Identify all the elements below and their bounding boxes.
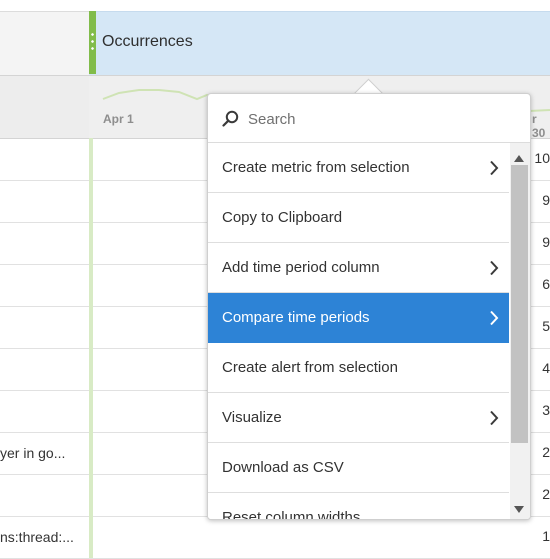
row-metric-value: 1 [542,528,550,544]
menu-scrollbar-thumb[interactable] [511,165,528,443]
row-metric-value: 2 [542,486,550,502]
menu-item-compare-time-periods[interactable]: Compare time periods [208,293,509,343]
row-bar-indicator [89,180,93,222]
menu-item-label: Create alert from selection [222,359,398,376]
context-menu-popover: Create metric from selection Copy to Clip… [207,93,531,520]
row-metric-value: 4 [542,360,550,376]
row-bar-indicator [89,306,93,348]
sparkline-start-label: Apr 1 [103,112,134,126]
row-dimension-label[interactable]: yer in go... [0,445,86,461]
menu-item-label: Visualize [222,409,282,426]
table-row[interactable]: ns:thread:... 1 [0,516,550,559]
column-header-title: Occurrences [102,33,193,50]
menu-search-bar [208,94,530,143]
table-corner-header [0,11,89,75]
chevron-right-icon [489,260,499,280]
row-metric-value: 5 [542,318,550,334]
chevron-right-icon [489,410,499,430]
scroll-down-arrow-icon[interactable] [514,500,524,518]
menu-item-label: Reset column widths [222,509,361,519]
menu-item-copy-to-clipboard[interactable]: Copy to Clipboard [208,193,509,243]
menu-item-download-as-csv[interactable]: Download as CSV [208,443,509,493]
row-metric-value: 10 [534,150,550,166]
menu-item-label: Create metric from selection [222,159,410,176]
row-bar-indicator [89,138,93,180]
chevron-right-icon [489,310,499,330]
chevron-right-icon [489,160,499,180]
row-bar-indicator [89,264,93,306]
sparkline-end-label: r 30 [532,112,546,140]
menu-item-add-time-period-column[interactable]: Add time period column [208,243,509,293]
menu-item-label: Copy to Clipboard [222,209,343,226]
row-dimension-label[interactable]: ns:thread:... [0,529,86,545]
row-metric-value: 3 [542,402,550,418]
menu-item-label: Compare time periods [222,309,370,326]
row-bar-indicator [89,222,93,264]
row-bar-indicator [89,348,93,390]
row-bar-indicator [89,432,93,474]
row-metric-value: 9 [542,234,550,250]
menu-item-reset-column-widths[interactable]: Reset column widths [208,493,509,519]
menu-item-label: Add time period column [222,259,380,276]
row-metric-value: 9 [542,192,550,208]
context-menu-list: Create metric from selection Copy to Clip… [208,143,509,519]
row-metric-value: 2 [542,444,550,460]
search-icon [222,110,240,133]
menu-item-visualize[interactable]: Visualize [208,393,509,443]
row-bar-indicator [89,474,93,516]
drag-handle-icon[interactable] [91,31,94,53]
menu-item-create-metric-from-selection[interactable]: Create metric from selection [208,143,509,193]
sparkline-row-left-cell [0,75,89,139]
row-metric-value: 6 [542,276,550,292]
row-bar-indicator [89,390,93,432]
menu-search-input[interactable] [246,106,510,132]
scroll-up-arrow-icon[interactable] [514,149,524,167]
menu-item-create-alert-from-selection[interactable]: Create alert from selection [208,343,509,393]
menu-item-label: Download as CSV [222,459,344,476]
